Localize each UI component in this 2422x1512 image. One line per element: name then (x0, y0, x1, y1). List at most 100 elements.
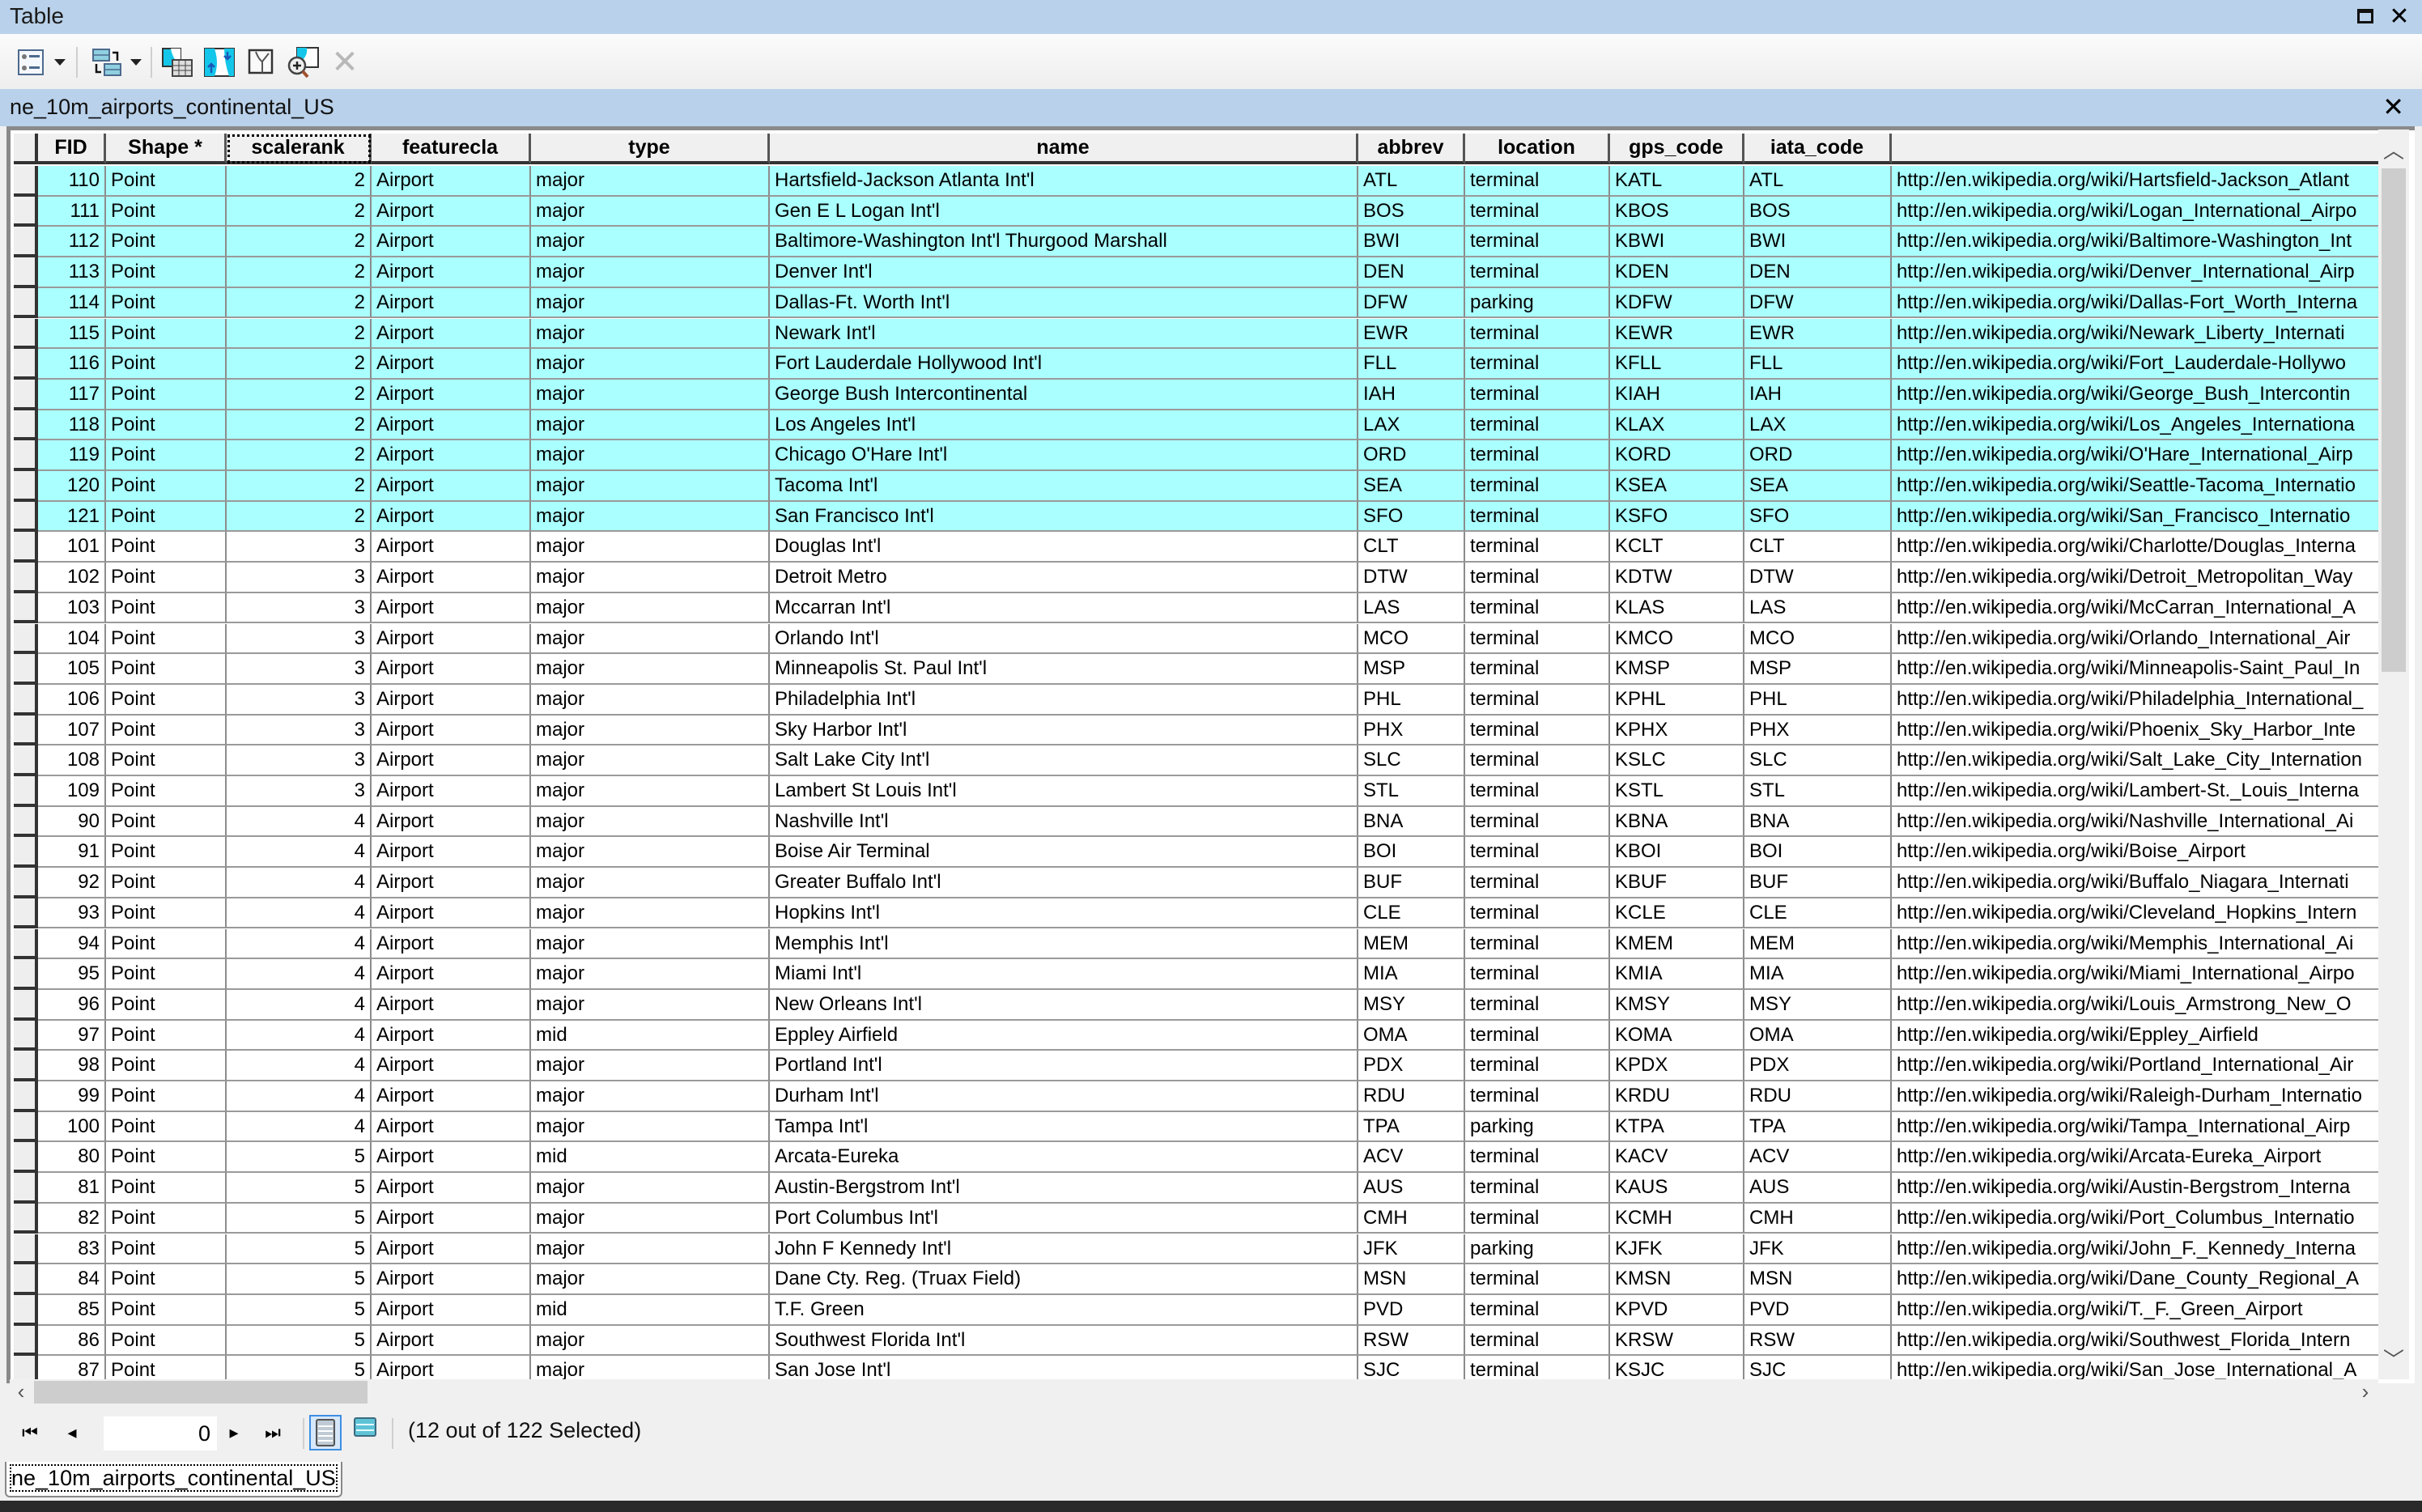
featurecla-cell[interactable]: Airport (372, 1020, 531, 1051)
wikipedia-cell[interactable]: http://en.wikipedia.org/wiki/Charlotte/D… (1892, 532, 2386, 563)
fid-cell[interactable]: 93 (38, 898, 106, 929)
scalerank-cell[interactable]: 2 (227, 410, 372, 441)
featurecla-cell[interactable]: Airport (372, 532, 531, 563)
location-cell[interactable]: terminal (1465, 440, 1610, 471)
row-selector[interactable] (14, 745, 38, 776)
iata-code-cell[interactable]: RSW (1744, 1325, 1892, 1357)
location-cell[interactable]: terminal (1465, 318, 1610, 350)
row-selector[interactable] (14, 1264, 38, 1295)
location-cell[interactable]: terminal (1465, 1081, 1610, 1112)
iata-code-cell[interactable]: AUS (1744, 1173, 1892, 1204)
wikipedia-cell[interactable]: http://en.wikipedia.org/wiki/Logan_Inter… (1892, 196, 2386, 227)
fid-cell[interactable]: 106 (38, 684, 106, 716)
name-cell[interactable]: Baltimore-Washington Int'l Thurgood Mars… (770, 227, 1358, 258)
row-selector[interactable] (14, 1111, 38, 1143)
scalerank-cell[interactable]: 3 (227, 715, 372, 746)
wikipedia-cell[interactable]: http://en.wikipedia.org/wiki/Seattle-Tac… (1892, 471, 2386, 502)
location-cell[interactable]: terminal (1465, 928, 1610, 960)
gps-code-cell[interactable]: KCLE (1610, 898, 1744, 929)
table-row[interactable]: 96 Point 4 Airport major New Orleans Int'l MSY… (14, 989, 2386, 1021)
iata-code-cell[interactable]: PDX (1744, 1051, 1892, 1081)
gps-code-cell[interactable]: KMSN (1610, 1264, 1744, 1295)
abbrev-cell[interactable]: MSY (1358, 989, 1465, 1021)
type-cell[interactable]: major (531, 745, 770, 776)
abbrev-cell[interactable]: MSP (1358, 654, 1465, 685)
gps-code-cell[interactable]: KBOS (1610, 196, 1744, 227)
table-row[interactable]: 80 Point 5 Airport mid Arcata-Eureka ACV termin… (14, 1142, 2386, 1174)
abbrev-cell[interactable]: MIA (1358, 959, 1465, 990)
row-selector[interactable] (14, 684, 38, 716)
table-row[interactable]: 121 Point 2 Airport major San Francisco Int'l… (14, 501, 2386, 533)
scalerank-cell[interactable]: 4 (227, 1051, 372, 1081)
table-row[interactable]: 100 Point 4 Airport major Tampa Int'l TPA parki… (14, 1111, 2386, 1143)
type-cell[interactable]: mid (531, 1020, 770, 1051)
iata-code-cell[interactable]: SEA (1744, 471, 1892, 502)
wikipedia-cell[interactable]: http://en.wikipedia.org/wiki/Portland_In… (1892, 1051, 2386, 1081)
table-row[interactable]: 94 Point 4 Airport major Memphis Int'l MEM term… (14, 928, 2386, 960)
shape-cell[interactable]: Point (106, 1173, 227, 1204)
iata-code-cell[interactable]: ORD (1744, 440, 1892, 471)
shape-cell[interactable]: Point (106, 959, 227, 990)
shape-cell[interactable]: Point (106, 745, 227, 776)
type-cell[interactable]: major (531, 501, 770, 533)
scalerank-cell[interactable]: 2 (227, 501, 372, 533)
scalerank-cell[interactable]: 2 (227, 287, 372, 319)
shape-cell[interactable]: Point (106, 776, 227, 807)
shape-cell[interactable]: Point (106, 1111, 227, 1143)
row-selector[interactable] (14, 806, 38, 838)
abbrev-cell[interactable]: CMH (1358, 1203, 1465, 1234)
location-cell[interactable]: terminal (1465, 806, 1610, 838)
fid-cell[interactable]: 120 (38, 471, 106, 502)
featurecla-cell[interactable]: Airport (372, 1051, 531, 1081)
wikipedia-cell[interactable]: http://en.wikipedia.org/wiki/Dallas-Fort… (1892, 287, 2386, 319)
gps-code-cell[interactable]: KRDU (1610, 1081, 1744, 1112)
shape-cell[interactable]: Point (106, 1020, 227, 1051)
table-options-button[interactable] (13, 44, 70, 81)
iata-code-cell[interactable]: FLL (1744, 349, 1892, 380)
table-row[interactable]: 86 Point 5 Airport major Southwest Florida In… (14, 1325, 2386, 1357)
table-row[interactable]: 109 Point 3 Airport major Lambert St Louis In… (14, 776, 2386, 807)
type-cell[interactable]: major (531, 349, 770, 380)
name-cell[interactable]: Port Columbus Int'l (770, 1203, 1358, 1234)
scalerank-cell[interactable]: 4 (227, 1111, 372, 1143)
column-header-iata-code[interactable]: iata_code (1744, 134, 1892, 164)
wikipedia-cell[interactable]: http://en.wikipedia.org/wiki/Los_Angeles… (1892, 410, 2386, 441)
scalerank-cell[interactable]: 3 (227, 654, 372, 685)
abbrev-cell[interactable]: TPA (1358, 1111, 1465, 1143)
fid-cell[interactable]: 112 (38, 227, 106, 258)
name-cell[interactable]: Los Angeles Int'l (770, 410, 1358, 441)
featurecla-cell[interactable]: Airport (372, 1111, 531, 1143)
abbrev-cell[interactable]: ORD (1358, 440, 1465, 471)
table-row[interactable]: 85 Point 5 Airport mid T.F. Green PVD terminal K… (14, 1294, 2386, 1326)
scalerank-cell[interactable]: 3 (227, 563, 372, 593)
abbrev-cell[interactable]: STL (1358, 776, 1465, 807)
row-selector[interactable] (14, 257, 38, 288)
type-cell[interactable]: major (531, 196, 770, 227)
scalerank-cell[interactable]: 5 (227, 1325, 372, 1357)
gps-code-cell[interactable]: KLAS (1610, 592, 1744, 624)
switch-selection-button[interactable] (202, 44, 236, 81)
featurecla-cell[interactable]: Airport (372, 959, 531, 990)
iata-code-cell[interactable]: IAH (1744, 379, 1892, 410)
iata-code-cell[interactable]: ACV (1744, 1142, 1892, 1174)
abbrev-cell[interactable]: FLL (1358, 349, 1465, 380)
gps-code-cell[interactable]: KCLT (1610, 532, 1744, 563)
table-row[interactable]: 104 Point 3 Airport major Orlando Int'l MCO ter… (14, 623, 2386, 655)
next-record-button[interactable]: ▸ (222, 1418, 246, 1447)
name-cell[interactable]: Minneapolis St. Paul Int'l (770, 654, 1358, 685)
scalerank-cell[interactable]: 4 (227, 868, 372, 898)
name-cell[interactable]: Durham Int'l (770, 1081, 1358, 1112)
type-cell[interactable]: major (531, 563, 770, 593)
fid-cell[interactable]: 84 (38, 1264, 106, 1295)
featurecla-cell[interactable]: Airport (372, 776, 531, 807)
gps-code-cell[interactable]: KDTW (1610, 563, 1744, 593)
abbrev-cell[interactable]: MCO (1358, 623, 1465, 655)
iata-code-cell[interactable]: LAX (1744, 410, 1892, 441)
shape-cell[interactable]: Point (106, 837, 227, 869)
row-selector[interactable] (14, 318, 38, 350)
first-record-button[interactable]: ⏮ (18, 1418, 42, 1447)
abbrev-cell[interactable]: PVD (1358, 1294, 1465, 1326)
type-cell[interactable]: major (531, 287, 770, 319)
row-selector[interactable] (14, 715, 38, 746)
name-cell[interactable]: Fort Lauderdale Hollywood Int'l (770, 349, 1358, 380)
